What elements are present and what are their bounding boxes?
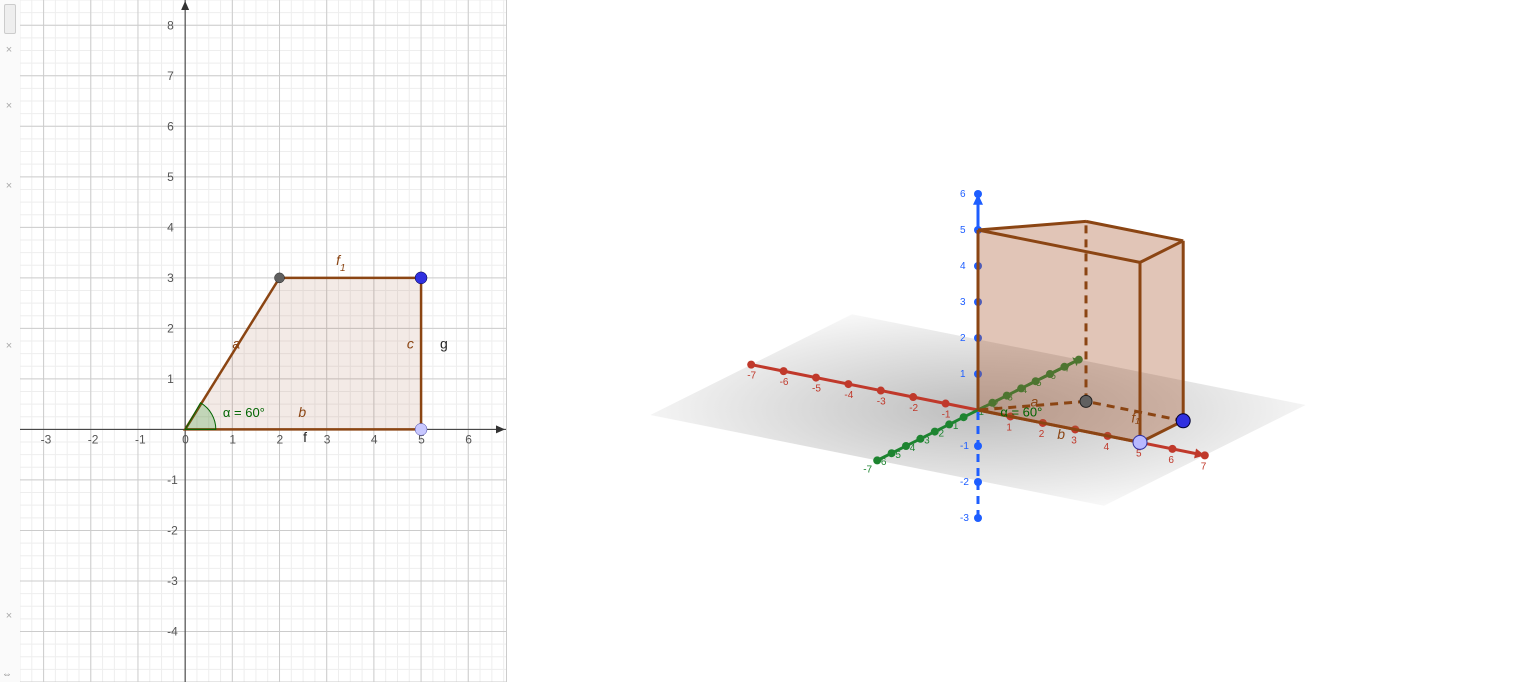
close-icon[interactable]: ×: [2, 180, 16, 192]
vertex-point-3d[interactable]: [1176, 414, 1190, 428]
drag-handle[interactable]: [4, 4, 16, 34]
axis-tick-label: -1: [960, 441, 969, 452]
y-tick-label: -1: [167, 473, 178, 487]
y-tick-label: 5: [167, 170, 174, 184]
vertex-point[interactable]: [415, 423, 427, 435]
x-tick-label: 4: [371, 432, 378, 446]
axis-tick-label: -5: [812, 384, 821, 395]
axis-tick-label: -2: [935, 428, 944, 439]
expand-icon[interactable]: ⇔: [2, 669, 12, 680]
y-tick-label: -3: [167, 574, 178, 588]
axis-tick-label: -6: [878, 457, 887, 468]
edge-label-a: a: [232, 336, 240, 352]
axis-tick-label: 3: [960, 297, 966, 308]
axis-tick-label: 3: [1071, 435, 1077, 446]
axis-tick-label: -1: [942, 410, 951, 421]
axis-tick-label: -6: [780, 377, 789, 388]
x-tick-label: 3: [324, 432, 331, 446]
axis-tick-label: 5: [1136, 448, 1142, 459]
graphics-3d-svg[interactable]: -7 -6 -5 -4 -3 -2 -1 1 2 3 4 5 6 7 -7 -6 -5 -4 -3 -2 -1 1 2 3 4 5…: [508, 0, 1518, 682]
edge-label-b-3d: b: [1057, 426, 1065, 442]
edge-label-g: g: [440, 336, 448, 352]
y-tick-label: 1: [167, 372, 174, 386]
axis-tick-label: -1: [950, 421, 959, 432]
axis-tick-label: -7: [863, 464, 872, 475]
vertex-point-3d[interactable]: [1080, 395, 1092, 407]
edge-label-f1-3d: f₁: [1131, 409, 1140, 425]
graphics-3d-panel[interactable]: -7 -6 -5 -4 -3 -2 -1 1 2 3 4 5 6 7 -7 -6 -5 -4 -3 -2 -1 1 2 3 4 5…: [508, 0, 1518, 682]
close-icon[interactable]: ×: [2, 610, 16, 622]
vertex-point-3d[interactable]: [1133, 435, 1147, 449]
edge-label-f: f: [303, 429, 307, 445]
axis-tick-label: -2: [960, 477, 969, 488]
angle-label: α = 60°: [223, 405, 265, 420]
edge-label-c: c: [407, 336, 414, 352]
axis-tick-label: 6: [960, 189, 966, 200]
axis-tick-label: -2: [909, 403, 918, 414]
x-tick-label: 1: [229, 432, 236, 446]
y-tick-label: -2: [167, 523, 178, 537]
x-tick-label: -1: [135, 432, 146, 446]
close-icon[interactable]: ×: [2, 100, 16, 112]
y-tick-label: 2: [167, 321, 174, 335]
axis-tick-label: -3: [960, 513, 969, 524]
y-tick-label: 7: [167, 69, 174, 83]
close-icon[interactable]: ×: [2, 44, 16, 56]
axis-tick: [877, 387, 885, 395]
graphics-2d-panel[interactable]: -3-2-10123456-4-3-2-112345678abcf1fgα = …: [20, 0, 507, 682]
x-tick-label: 6: [465, 432, 472, 446]
axis-tick-label: -4: [906, 443, 915, 454]
vertex-point[interactable]: [415, 272, 427, 284]
axis-tick-label: -7: [747, 371, 756, 382]
x-tick-label: 0: [182, 432, 189, 446]
axis-tick: [1201, 451, 1209, 459]
left-sidebar: × × × × × ⇔: [0, 0, 21, 682]
axis-tick-label: 1: [1006, 422, 1012, 433]
axis-tick-label: 7: [1201, 461, 1207, 472]
axis-tick: [1168, 445, 1176, 453]
edge-label-f1: f1: [336, 252, 345, 274]
axis-tick-label: 1: [960, 369, 966, 380]
axis-tick-label: 6: [1168, 455, 1174, 466]
close-icon[interactable]: ×: [2, 340, 16, 352]
edge-label-b: b: [298, 404, 306, 420]
y-tick-label: 4: [167, 220, 174, 234]
y-tick-label: 3: [167, 271, 174, 285]
x-tick-label: 2: [277, 432, 284, 446]
edge-label-a-3d: a: [1031, 393, 1039, 409]
x-tick-label: -2: [88, 432, 99, 446]
y-tick-label: 8: [167, 18, 174, 32]
axis-tick-label: 4: [1104, 442, 1110, 453]
axis-tick: [780, 367, 788, 375]
axis-tick: [844, 380, 852, 388]
x-tick-label: -3: [41, 432, 52, 446]
axis-tick-label: -5: [892, 450, 901, 461]
axis-tick-label: -3: [921, 436, 930, 447]
axis-tick-label: 5: [960, 225, 966, 236]
y-tick-label: -4: [167, 624, 178, 638]
y-tick-label: 6: [167, 119, 174, 133]
graphics-2d-svg[interactable]: -3-2-10123456-4-3-2-112345678abcf1fgα = …: [20, 0, 506, 682]
axis-tick: [909, 393, 917, 401]
axis-tick: [812, 374, 820, 382]
axis-tick-label: -3: [877, 397, 886, 408]
axis-tick-label: 2: [960, 333, 966, 344]
axis-tick-label: 4: [960, 261, 966, 272]
vertex-point[interactable]: [275, 273, 285, 283]
axis-tick-label: 2: [1039, 429, 1045, 440]
axis-tick: [942, 400, 950, 408]
axis-tick: [747, 361, 755, 369]
axis-tick: [960, 413, 968, 421]
axis-tick-label: -4: [844, 390, 853, 401]
